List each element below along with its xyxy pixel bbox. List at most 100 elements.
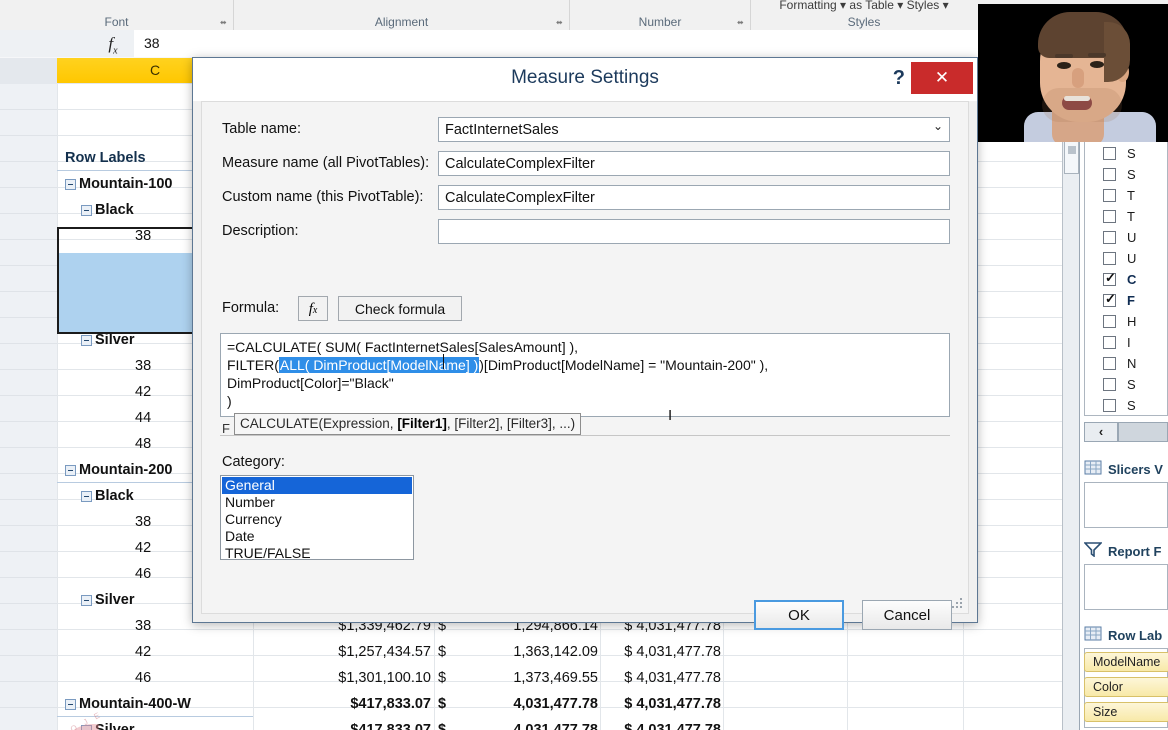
pivot-row-label[interactable]: Mountain-100 (79, 176, 172, 192)
row-header[interactable] (0, 84, 58, 110)
select-all-corner[interactable] (0, 58, 58, 83)
row-header[interactable] (0, 214, 58, 240)
expand-collapse-icon[interactable] (81, 595, 92, 606)
pivot-row-label[interactable]: 38 (135, 618, 151, 634)
pivot-value-cell[interactable]: 1,363,142.09 (440, 644, 598, 660)
field-list-item[interactable]: S (1103, 395, 1136, 417)
checkbox-icon[interactable] (1103, 210, 1116, 223)
category-listbox[interactable]: General Number Currency Date TRUE/FALSE (220, 475, 414, 561)
checkbox-icon[interactable] (1103, 168, 1116, 181)
pivot-row-label[interactable]: 46 (135, 670, 151, 686)
expand-collapse-icon[interactable] (81, 491, 92, 502)
row-header[interactable] (0, 188, 58, 214)
pivot-value-cell[interactable]: 4,031,477.78 (440, 722, 598, 730)
pivot-value-cell[interactable]: 1,373,469.55 (440, 670, 598, 686)
format-as-table-label[interactable]: as Table ▾ (849, 0, 903, 12)
row-header[interactable] (0, 110, 58, 136)
pivot-field-pill[interactable]: ModelName (1084, 652, 1168, 672)
field-list-item[interactable]: S (1103, 374, 1136, 396)
field-list-item[interactable]: S (1103, 164, 1136, 186)
row-header[interactable] (0, 396, 58, 422)
cancel-button[interactable]: Cancel (862, 600, 952, 630)
pivot-value-cell[interactable]: $ 4,031,477.78 (604, 670, 721, 686)
pivot-value-cell[interactable]: $417,833.07 (255, 722, 431, 730)
field-list-item[interactable]: N (1103, 353, 1136, 375)
check-formula-button[interactable]: Check formula (338, 296, 462, 321)
grid-vertical-scrollbar[interactable] (1062, 130, 1080, 730)
pivot-area-dropzone[interactable] (1084, 564, 1168, 610)
close-icon[interactable]: ✕ (911, 62, 973, 94)
row-header[interactable] (0, 344, 58, 370)
dialog-resize-grip-icon[interactable] (952, 598, 964, 610)
pivot-row-label[interactable]: Black (95, 202, 134, 218)
number-dialog-launcher-icon[interactable]: ⬌ (737, 18, 746, 27)
pivot-row-label[interactable]: 42 (135, 540, 151, 556)
field-list-item[interactable]: T (1103, 206, 1135, 228)
pivot-row-label[interactable]: 48 (135, 436, 151, 452)
row-header[interactable] (0, 656, 58, 682)
expand-collapse-icon[interactable] (65, 699, 76, 710)
alignment-dialog-launcher-icon[interactable]: ⬌ (556, 18, 565, 27)
pivot-row-label[interactable]: 44 (135, 410, 151, 426)
pivot-field-pill[interactable]: Size (1084, 702, 1168, 722)
expand-collapse-icon[interactable] (81, 335, 92, 346)
pivot-value-cell[interactable]: $ 4,031,477.78 (604, 644, 721, 660)
field-list-item[interactable]: H (1103, 311, 1136, 333)
ok-button[interactable]: OK (754, 600, 844, 630)
field-list-collapse-button[interactable]: ‹ (1084, 422, 1118, 442)
measure-name-input[interactable]: CalculateComplexFilter (438, 151, 950, 176)
row-header[interactable] (0, 526, 58, 552)
field-list-box[interactable]: S S T T U U ✓ C ✓ F H I N S S (1084, 136, 1168, 416)
pivot-row-label[interactable]: 42 (135, 644, 151, 660)
row-header[interactable] (0, 474, 58, 500)
description-input[interactable] (438, 219, 950, 244)
checkbox-icon[interactable] (1103, 189, 1116, 202)
row-header[interactable] (0, 370, 58, 396)
row-header[interactable] (0, 500, 58, 526)
conditional-formatting-label[interactable]: Formatting ▾ (779, 0, 846, 12)
insert-function-button[interactable]: fx (298, 296, 328, 321)
row-header[interactable] (0, 578, 58, 604)
checkbox-icon[interactable] (1103, 315, 1116, 328)
help-icon[interactable]: ? (893, 67, 905, 90)
insert-function-icon[interactable]: fx (92, 30, 135, 57)
row-header[interactable] (0, 318, 58, 344)
checkbox-icon[interactable] (1103, 231, 1116, 244)
field-list-item[interactable]: U (1103, 248, 1136, 270)
expand-collapse-icon[interactable] (81, 725, 92, 730)
expand-collapse-icon[interactable] (81, 205, 92, 216)
row-header[interactable] (0, 422, 58, 448)
chevron-down-icon[interactable]: ⌄ (933, 119, 943, 133)
pivot-value-cell[interactable]: $1,301,100.10 (255, 670, 431, 686)
category-option[interactable]: Date (222, 528, 412, 545)
pivot-row-label[interactable]: Mountain-400-W (79, 696, 191, 712)
category-option[interactable]: Currency (222, 511, 412, 528)
field-list-item[interactable]: U (1103, 227, 1136, 249)
row-header[interactable] (0, 266, 58, 292)
checkbox-icon[interactable] (1103, 399, 1116, 412)
row-header[interactable] (0, 136, 58, 162)
pivot-area-dropzone[interactable] (1084, 482, 1168, 528)
pivot-value-cell[interactable]: $ 4,031,477.78 (604, 696, 721, 712)
checkbox-icon[interactable] (1103, 252, 1116, 265)
pivot-row-label[interactable]: 46 (135, 566, 151, 582)
expand-collapse-icon[interactable] (65, 179, 76, 190)
category-option[interactable]: General (222, 477, 412, 494)
pivot-row-label[interactable]: Silver (95, 592, 135, 608)
row-header[interactable] (0, 604, 58, 630)
pivot-value-cell[interactable]: $ 4,031,477.78 (604, 722, 721, 730)
table-name-select[interactable]: FactInternetSales (438, 117, 950, 142)
checkbox-icon[interactable] (1103, 378, 1116, 391)
expand-collapse-icon[interactable] (65, 465, 76, 476)
row-header[interactable] (0, 448, 58, 474)
row-header[interactable] (0, 552, 58, 578)
field-list-item[interactable]: ✓ C (1103, 269, 1136, 291)
pivot-row-label[interactable]: Silver (95, 332, 135, 348)
checkbox-icon[interactable] (1103, 357, 1116, 370)
pivot-field-pill[interactable]: Color (1084, 677, 1168, 697)
pivot-row-label[interactable]: Mountain-200 (79, 462, 172, 478)
row-header[interactable] (0, 162, 58, 188)
pivot-value-cell[interactable]: $1,257,434.57 (255, 644, 431, 660)
dialog-title-bar[interactable]: Measure Settings ? ✕ (193, 58, 977, 101)
field-list-item[interactable]: ✓ F (1103, 290, 1135, 312)
